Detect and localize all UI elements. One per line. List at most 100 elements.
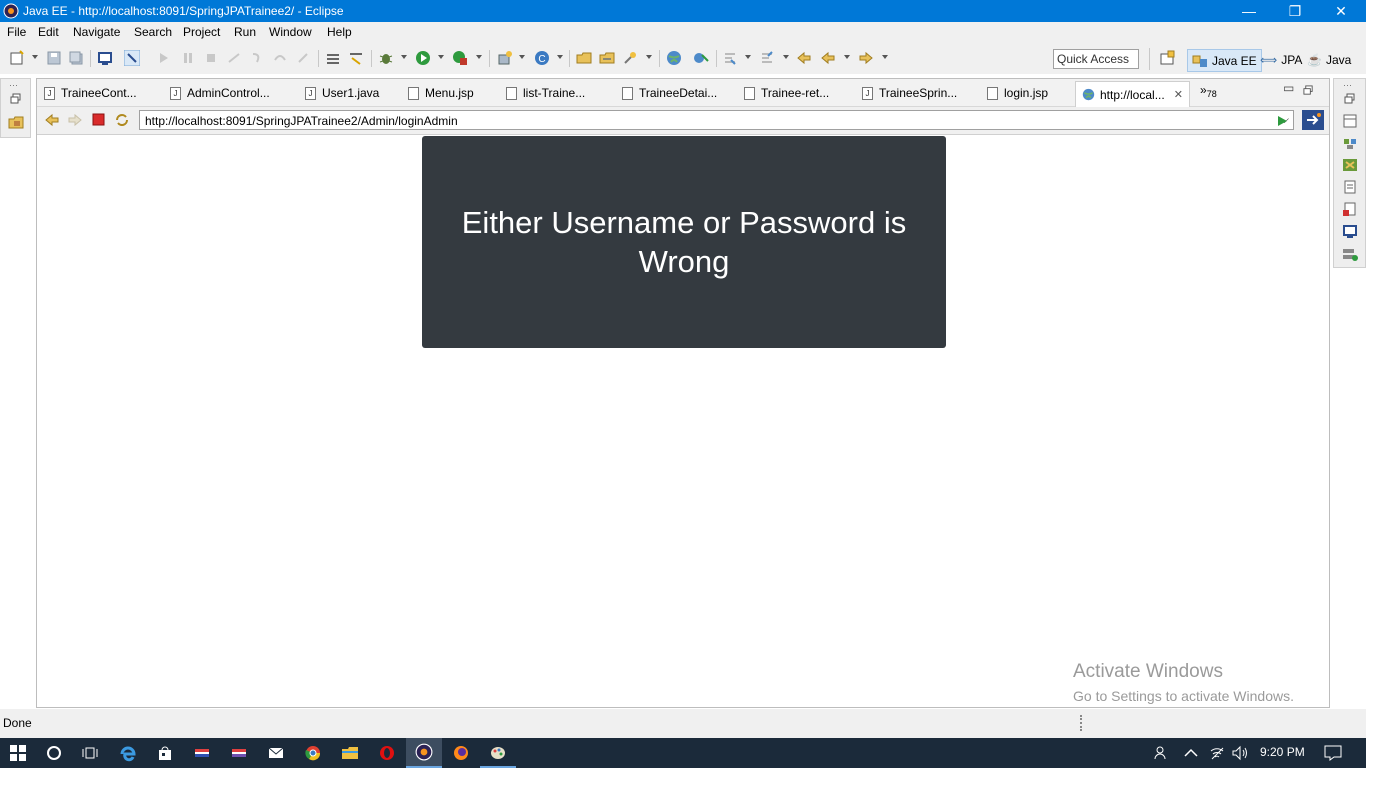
forward-dropdown[interactable]	[882, 55, 888, 59]
perspective-jpa[interactable]: ⟺ JPA	[1256, 49, 1306, 70]
editor-tab[interactable]: list-Traine...	[506, 83, 585, 103]
url-field[interactable]: http://localhost:8091/SpringJPATrainee2/…	[139, 110, 1294, 130]
clock[interactable]: 9:20 PM	[1260, 745, 1305, 759]
forward-icon[interactable]	[858, 50, 874, 66]
new-class-dropdown[interactable]	[557, 55, 563, 59]
editor-tab-active[interactable]: http://local... ✕	[1075, 81, 1190, 107]
editor-tab[interactable]: Menu.jsp	[408, 83, 474, 103]
outline-icon[interactable]	[1342, 113, 1358, 129]
menu-search[interactable]: Search	[134, 25, 172, 39]
save-all-icon[interactable]	[68, 50, 84, 66]
run-dropdown[interactable]	[438, 55, 444, 59]
problems-icon[interactable]	[1342, 201, 1358, 217]
menu-window[interactable]: Window	[269, 25, 312, 39]
suspend-icon[interactable]	[180, 50, 196, 66]
globe-icon[interactable]	[666, 50, 682, 66]
minimize-button[interactable]: —	[1226, 0, 1272, 22]
taskbar-mail[interactable]	[258, 738, 294, 768]
wifi-icon[interactable]	[1209, 745, 1225, 761]
run-icon[interactable]	[415, 50, 431, 66]
notification-center-icon[interactable]	[1324, 745, 1342, 761]
taskbar-firefox[interactable]	[443, 738, 479, 768]
step-into-icon[interactable]	[249, 50, 265, 66]
taskbar-file-explorer[interactable]	[332, 738, 368, 768]
taskbar-chrome[interactable]	[295, 738, 331, 768]
console-icon[interactable]	[97, 50, 113, 66]
restore-icon[interactable]	[1344, 93, 1356, 105]
new-class-icon[interactable]: C	[534, 50, 550, 66]
next-annotation-icon[interactable]	[722, 50, 738, 66]
resume-icon[interactable]	[156, 50, 172, 66]
editor-tab[interactable]: TraineeDetai...	[622, 83, 717, 103]
taskbar-eclipse[interactable]	[406, 738, 442, 768]
console-view-icon[interactable]	[1342, 223, 1358, 239]
coverage-icon[interactable]	[452, 50, 468, 66]
search-icon[interactable]	[622, 50, 638, 66]
disconnect-icon[interactable]	[226, 50, 242, 66]
restore-button[interactable]: ❐	[1272, 0, 1318, 22]
servers-icon[interactable]	[1342, 157, 1358, 173]
minimize-editor-icon[interactable]: ▭	[1283, 81, 1294, 95]
refresh-icon[interactable]	[114, 112, 130, 128]
editor-tab[interactable]: J TraineeSprin...	[862, 83, 957, 103]
menu-file[interactable]: File	[7, 25, 26, 39]
new-server-icon[interactable]	[497, 50, 513, 66]
editor-tab[interactable]: J AdminControl...	[170, 83, 270, 103]
open-perspective-icon[interactable]	[1159, 50, 1175, 66]
taskbar-opera[interactable]	[369, 738, 405, 768]
previous-annotation-dropdown[interactable]	[783, 55, 789, 59]
volume-icon[interactable]	[1231, 745, 1249, 761]
data-source-explorer-icon[interactable]	[1342, 246, 1358, 262]
open-external-browser-icon[interactable]	[1302, 110, 1324, 130]
drop-to-frame-icon[interactable]	[325, 50, 341, 66]
previous-annotation-icon[interactable]	[759, 50, 775, 66]
new-icon[interactable]	[9, 50, 25, 66]
taskbar-app[interactable]	[184, 738, 220, 768]
debug-dropdown[interactable]	[401, 55, 407, 59]
package-explorer-icon[interactable]	[8, 114, 24, 130]
perspective-java[interactable]: ☕ Java	[1303, 49, 1355, 70]
menu-edit[interactable]: Edit	[38, 25, 59, 39]
editor-tab[interactable]: J User1.java	[305, 83, 379, 103]
use-step-filters-icon[interactable]	[348, 50, 364, 66]
next-annotation-dropdown[interactable]	[745, 55, 751, 59]
taskbar-paint[interactable]	[480, 738, 516, 768]
forward-arrow-icon[interactable]	[67, 112, 83, 128]
properties-icon[interactable]	[1342, 179, 1358, 195]
new-server-dropdown[interactable]	[519, 55, 525, 59]
new-dropdown[interactable]	[32, 55, 38, 59]
task-list-icon[interactable]	[1342, 135, 1358, 151]
cortana-button[interactable]	[36, 738, 72, 768]
tab-overflow[interactable]: »78	[1200, 83, 1217, 99]
open-type-icon[interactable]	[576, 50, 592, 66]
menu-navigate[interactable]: Navigate	[73, 25, 120, 39]
editor-tab[interactable]: login.jsp	[987, 83, 1048, 103]
editor-tab[interactable]: J TraineeCont...	[44, 83, 137, 103]
taskbar-store[interactable]	[147, 738, 183, 768]
quick-access-field[interactable]: Quick Access	[1053, 49, 1139, 69]
maximize-editor-icon[interactable]	[1303, 85, 1314, 96]
menu-help[interactable]: Help	[327, 25, 352, 39]
debug-icon[interactable]	[378, 50, 394, 66]
skip-breakpoints-icon[interactable]	[124, 50, 140, 66]
close-button[interactable]: ✕	[1318, 0, 1364, 22]
menu-run[interactable]: Run	[234, 25, 256, 39]
restore-icon[interactable]	[10, 93, 22, 105]
go-icon[interactable]	[1275, 114, 1289, 128]
taskbar-app[interactable]	[221, 738, 257, 768]
step-over-icon[interactable]	[272, 50, 288, 66]
save-icon[interactable]	[46, 50, 62, 66]
chevron-up-icon[interactable]	[1184, 748, 1198, 758]
editor-tab[interactable]: Trainee-ret...	[744, 83, 829, 103]
close-tab-icon[interactable]: ✕	[1174, 88, 1183, 101]
menu-project[interactable]: Project	[183, 25, 220, 39]
back-dropdown[interactable]	[844, 55, 850, 59]
step-return-icon[interactable]	[295, 50, 311, 66]
web-service-icon[interactable]	[693, 50, 709, 66]
open-task-icon[interactable]	[599, 50, 615, 66]
back-icon[interactable]	[820, 50, 836, 66]
coverage-dropdown[interactable]	[476, 55, 482, 59]
stop-icon[interactable]	[92, 113, 105, 126]
perspective-java-ee[interactable]: Java EE	[1187, 49, 1262, 72]
start-button[interactable]	[0, 738, 36, 768]
